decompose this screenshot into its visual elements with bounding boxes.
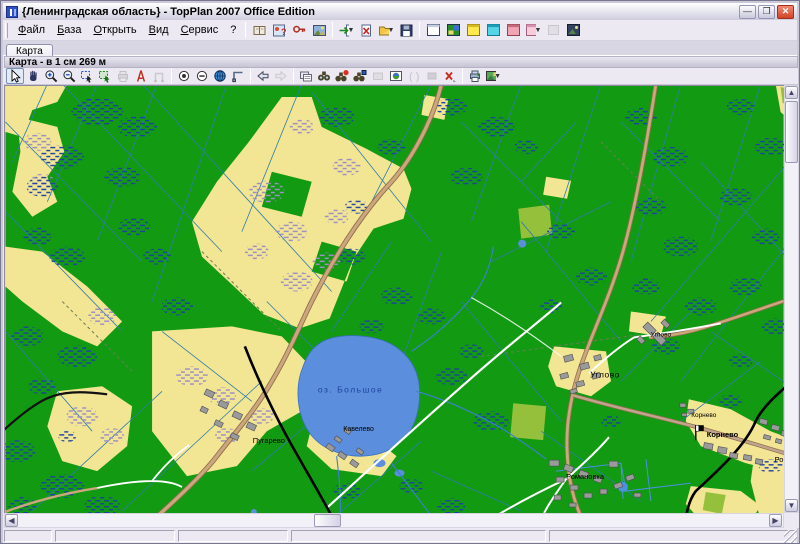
tab-strip: Карта — [3, 41, 797, 56]
search-object-tool[interactable] — [351, 68, 369, 84]
menu-help[interactable]: ? — [224, 22, 242, 38]
window-title: {Ленинградская область} - TopPlan 2007 O… — [22, 6, 739, 18]
map-query-icon[interactable]: ? — [269, 21, 289, 39]
uglovo-label: Углово — [590, 369, 620, 379]
maximize-button[interactable]: ❐ — [758, 5, 775, 19]
svg-text:?: ? — [281, 27, 287, 37]
separator — [171, 68, 172, 84]
map-window-caption: Карта - в 1 см 269 м — [4, 56, 798, 68]
separator — [293, 68, 294, 84]
app-icon — [6, 6, 18, 18]
svg-text:( ): ( ) — [409, 71, 419, 83]
pan-tool[interactable] — [24, 68, 42, 84]
application-window: {Ленинградская область} - TopPlan 2007 O… — [0, 0, 800, 544]
book-icon[interactable] — [249, 21, 269, 39]
forward-tool[interactable] — [272, 68, 290, 84]
map-preview-tool[interactable]: ▼ — [484, 68, 502, 84]
title-bar: {Ленинградская область} - TopPlan 2007 O… — [3, 3, 797, 20]
legend-tool[interactable] — [229, 68, 247, 84]
menu-service[interactable]: Сервис — [175, 22, 225, 38]
window-cyan-icon[interactable] — [483, 21, 503, 39]
select-rect-tool[interactable] — [78, 68, 96, 84]
select-object-tool[interactable] — [96, 68, 114, 84]
layers-tool[interactable] — [297, 68, 315, 84]
window-rose-icon[interactable]: ▼ — [523, 21, 543, 39]
zoom-fixed-tool[interactable] — [193, 68, 211, 84]
save-icon[interactable] — [396, 21, 416, 39]
scrollbar-corner — [784, 513, 799, 528]
map-canvas[interactable]: оз. Большое Пугарево Кавелево Углово Угл… — [4, 85, 784, 513]
kornevo-label: Корнево — [707, 430, 739, 439]
status-panel-5 — [549, 530, 795, 542]
separator — [250, 68, 251, 84]
menu-file[interactable]: Файл — [12, 22, 51, 38]
scroll-left-button[interactable]: ◀ — [5, 514, 18, 527]
status-panel-2 — [55, 530, 175, 542]
picture-tool[interactable] — [387, 68, 405, 84]
uglovo-station-label: Углово — [651, 331, 672, 338]
status-panel-3 — [178, 530, 288, 542]
status-panel-4 — [291, 530, 546, 542]
map-toolbar: ( ) ▼ — [4, 68, 798, 85]
route-tool[interactable] — [150, 68, 168, 84]
status-panel-1 — [4, 530, 52, 542]
print-tool[interactable] — [114, 68, 132, 84]
area-tool[interactable] — [423, 68, 441, 84]
kavelevo-label: Кавелево — [343, 426, 374, 433]
scroll-up-button[interactable]: ▲ — [785, 86, 798, 99]
separator — [419, 22, 420, 38]
scroll-down-button[interactable]: ▼ — [785, 499, 798, 512]
key-icon[interactable] — [289, 21, 309, 39]
kornevo-small-label: Корнево — [691, 412, 716, 419]
picture-icon[interactable] — [309, 21, 329, 39]
vertical-scrollbar[interactable]: ▲ ▼ — [784, 85, 799, 513]
pointer-tool[interactable] — [6, 68, 24, 84]
separator — [245, 22, 246, 38]
status-bar — [3, 529, 797, 543]
map-frame: оз. Большое Пугарево Кавелево Углово Угл… — [4, 85, 799, 528]
menu-view[interactable]: Вид — [143, 22, 175, 38]
lake-label: оз. Большое — [318, 384, 383, 394]
measure-tool[interactable] — [132, 68, 150, 84]
import-record-icon[interactable]: ▼ — [336, 21, 356, 39]
lake-bolshoye — [298, 336, 420, 457]
export-picture-icon[interactable] — [563, 21, 583, 39]
zoom-out-tool[interactable] — [60, 68, 78, 84]
search-address-tool[interactable] — [333, 68, 351, 84]
center-tool[interactable] — [175, 68, 193, 84]
brackets-tool[interactable]: ( ) — [405, 68, 423, 84]
vertical-scroll-thumb[interactable] — [785, 101, 798, 163]
print-map-tool[interactable] — [466, 68, 484, 84]
ro-partial-label: Ро — [775, 455, 784, 464]
resize-grip[interactable] — [784, 530, 797, 543]
window-disabled-icon[interactable] — [543, 21, 563, 39]
back-tool[interactable] — [254, 68, 272, 84]
menu-toolbar-row: Файл База Открыть Вид Сервис ? ? ▼ ▼ — [3, 20, 797, 41]
window-plain-icon[interactable] — [423, 21, 443, 39]
toolbar-grip[interactable] — [5, 23, 8, 38]
pugarevo-label: Пугарево — [253, 436, 285, 445]
menu-open[interactable]: Открыть — [87, 22, 142, 38]
separator — [332, 22, 333, 38]
separator — [462, 68, 463, 84]
horizontal-scrollbar[interactable]: ◀ ▶ — [4, 513, 784, 528]
select-found-tool[interactable] — [369, 68, 387, 84]
scroll-right-button[interactable]: ▶ — [769, 514, 782, 527]
menu-base[interactable]: База — [51, 22, 87, 38]
whole-map-tool[interactable] — [211, 68, 229, 84]
search-tool[interactable] — [315, 68, 333, 84]
minimize-button[interactable]: — — [739, 5, 756, 19]
window-pink-icon[interactable] — [503, 21, 523, 39]
clear-selection-tool[interactable] — [441, 68, 459, 84]
window-map-icon[interactable] — [443, 21, 463, 39]
romanovka-label: Романовка — [566, 472, 605, 481]
window-yellow-icon[interactable] — [463, 21, 483, 39]
delete-record-icon[interactable] — [356, 21, 376, 39]
horizontal-scroll-thumb[interactable] — [314, 514, 341, 527]
open-map-icon[interactable]: ▼ — [376, 21, 396, 39]
zoom-in-tool[interactable] — [42, 68, 60, 84]
close-button[interactable]: ✕ — [777, 5, 794, 19]
